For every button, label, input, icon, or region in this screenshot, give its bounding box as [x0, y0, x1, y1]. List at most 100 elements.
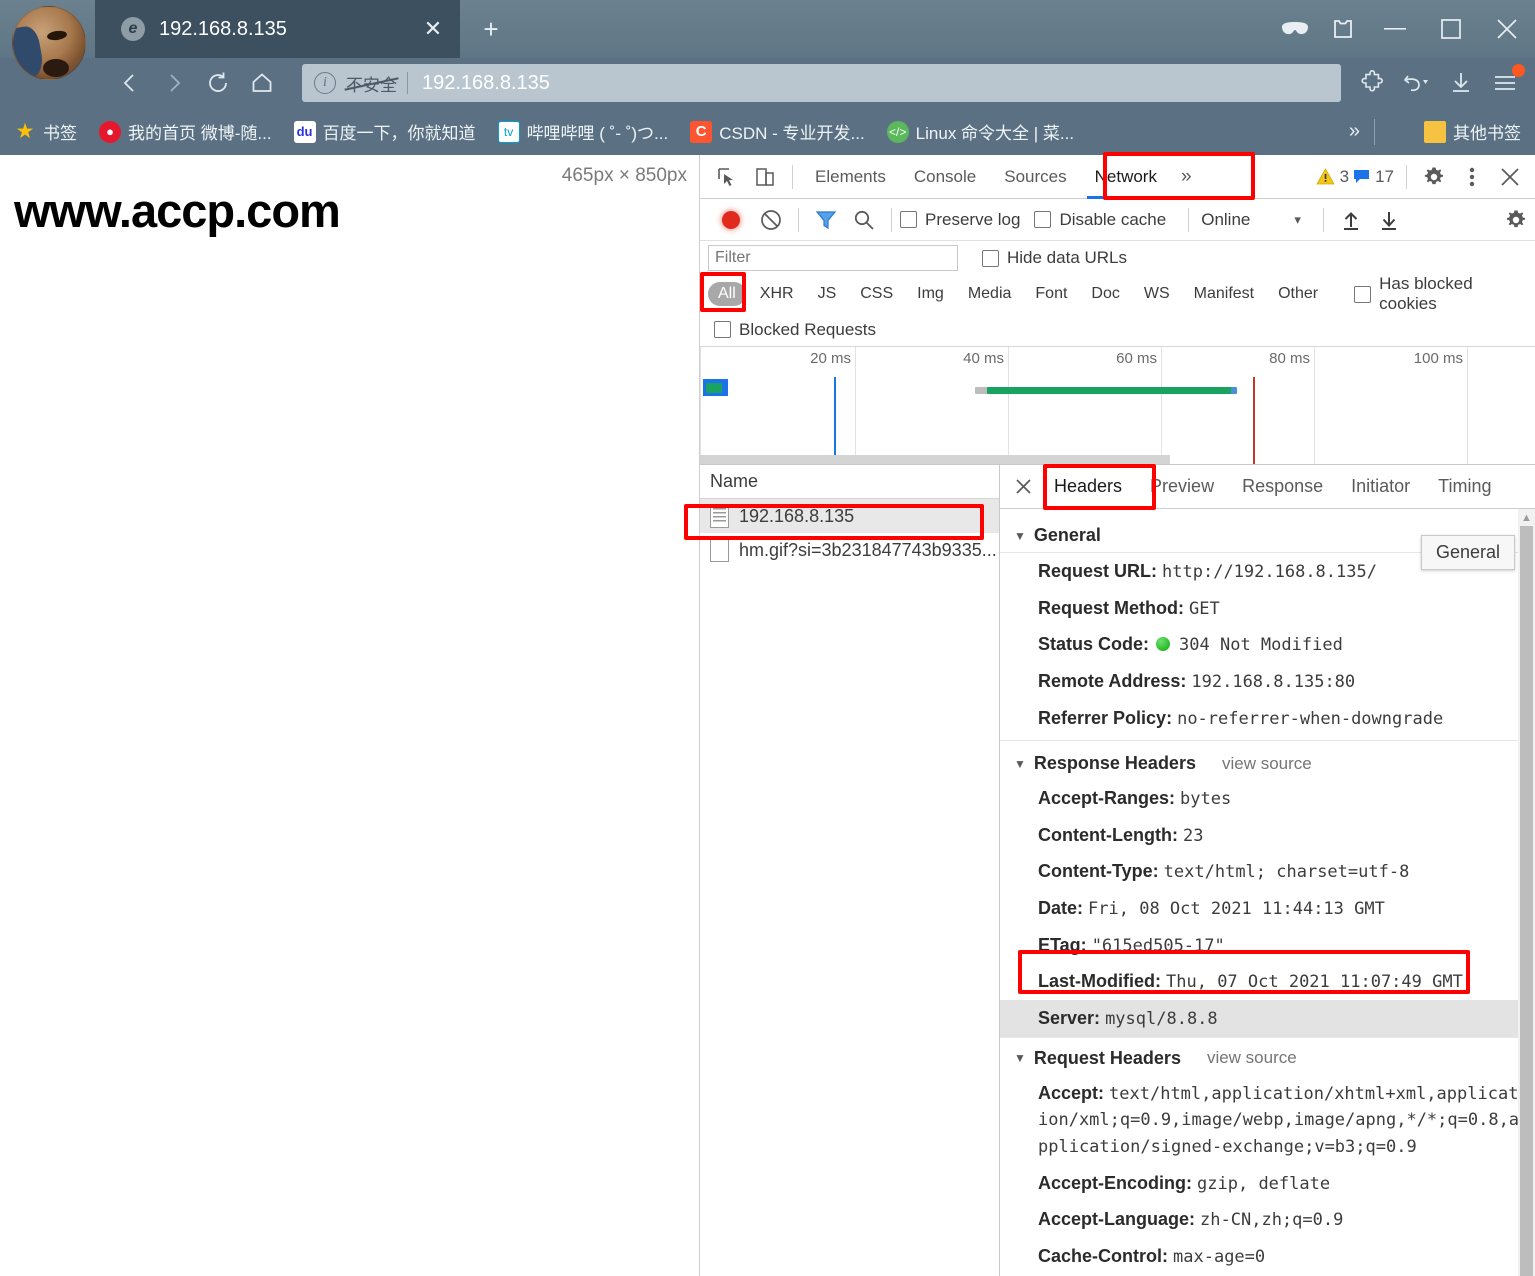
devtools-close-icon[interactable] — [1491, 158, 1529, 196]
new-tab-button[interactable]: + — [470, 8, 512, 50]
more-tabs-button[interactable]: » — [1171, 166, 1202, 188]
has-blocked-cookies-option[interactable]: Has blocked cookies — [1354, 274, 1521, 314]
type-filter-xhr[interactable]: XHR — [750, 282, 804, 306]
header-row-cache-control: Cache-Control: max-age=0 — [1000, 1238, 1535, 1275]
network-settings-icon[interactable] — [1497, 201, 1535, 239]
document-icon — [710, 504, 729, 528]
disable-cache-option[interactable]: Disable cache — [1034, 210, 1166, 230]
timeline-tick-label: 40 ms — [963, 350, 1004, 367]
reload-icon[interactable] — [196, 61, 240, 105]
bookmark-label: Linux 命令大全 | 菜... — [915, 124, 1075, 143]
scrollbar-thumb[interactable] — [1520, 526, 1533, 1276]
address-bar[interactable]: i 不安全 192.168.8.135 — [302, 64, 1341, 102]
avatar[interactable] — [12, 6, 86, 80]
bookmark-item-0[interactable]: ★ 书签 — [14, 119, 77, 144]
browser-tab[interactable]: e 192.168.8.135 ✕ — [95, 0, 460, 58]
section-response-headers[interactable]: ▼ Response Headers view source — [1000, 741, 1535, 780]
type-filter-all[interactable]: All — [708, 282, 746, 306]
bookmarks-overflow-button[interactable]: » — [1349, 120, 1360, 143]
bookmark-item-2[interactable]: du 百度一下，你就知道 — [293, 119, 476, 144]
view-source-link[interactable]: view source — [1222, 754, 1312, 774]
folder-icon — [1424, 120, 1446, 143]
disable-cache-checkbox[interactable] — [1034, 211, 1052, 228]
divider — [798, 207, 799, 232]
type-filter-js[interactable]: JS — [808, 282, 847, 306]
chevron-down-icon[interactable]: ▾ — [1294, 212, 1301, 228]
header-key: Accept-Language: — [1038, 1209, 1196, 1230]
devtools-more-menu-icon[interactable] — [1453, 158, 1491, 196]
detail-tab-initiator[interactable]: Initiator — [1337, 465, 1424, 509]
incognito-mask-icon[interactable] — [1271, 0, 1319, 58]
hide-data-urls-checkbox[interactable] — [982, 249, 999, 267]
clear-icon[interactable] — [752, 201, 790, 239]
bookmark-item-3[interactable]: tv 哔哩哔哩 ( ˚- ˚)つ... — [497, 119, 668, 144]
type-filter-manifest[interactable]: Manifest — [1184, 282, 1264, 306]
has-blocked-cookies-checkbox[interactable] — [1354, 285, 1372, 303]
headers-scrollbar[interactable]: ▲ — [1518, 509, 1535, 1276]
filter-input[interactable] — [708, 245, 958, 271]
message-icon — [1354, 170, 1370, 183]
detail-tab-headers[interactable]: Headers — [1040, 465, 1136, 509]
tab-sources[interactable]: Sources — [990, 155, 1080, 199]
messages-indicator[interactable]: 17 — [1353, 167, 1394, 187]
close-detail-icon[interactable] — [1006, 478, 1040, 495]
header-key: Referrer Policy: — [1038, 707, 1173, 728]
hide-data-urls-option[interactable]: Hide data URLs — [982, 248, 1127, 268]
detail-tab-response[interactable]: Response — [1228, 465, 1337, 509]
record-icon[interactable] — [722, 210, 740, 229]
bookmark-item-1[interactable]: ● 我的首页 微博-随... — [99, 119, 272, 144]
warnings-indicator[interactable]: 3 — [1315, 167, 1349, 187]
header-row-date: Date: Fri, 08 Oct 2021 11:44:13 GMT — [1000, 890, 1535, 927]
type-filter-css[interactable]: CSS — [850, 282, 903, 306]
history-icon[interactable] — [1395, 61, 1439, 105]
column-header-name[interactable]: Name — [700, 465, 999, 499]
type-filter-font[interactable]: Font — [1025, 282, 1077, 306]
other-bookmarks-button[interactable]: 其他书签 — [1424, 119, 1521, 144]
inspect-element-icon[interactable] — [708, 158, 746, 196]
import-har-icon[interactable] — [1332, 201, 1370, 239]
export-har-icon[interactable] — [1370, 201, 1408, 239]
tab-console[interactable]: Console — [900, 155, 990, 199]
minimize-button[interactable] — [1367, 0, 1423, 58]
search-icon[interactable] — [845, 201, 883, 239]
blocked-requests-option[interactable]: Blocked Requests — [714, 320, 876, 340]
close-button[interactable] — [1479, 0, 1535, 58]
home-icon[interactable] — [240, 61, 284, 105]
detail-tab-preview[interactable]: Preview — [1136, 465, 1228, 509]
detail-tab-timing[interactable]: Timing — [1424, 465, 1505, 509]
close-icon[interactable]: ✕ — [418, 14, 448, 44]
menu-icon[interactable] — [1483, 61, 1527, 105]
type-filter-doc[interactable]: Doc — [1081, 282, 1129, 306]
request-row-1[interactable]: hm.gif?si=3b231847743b9335... — [700, 533, 999, 567]
type-filter-media[interactable]: Media — [958, 282, 1022, 306]
tab-elements[interactable]: Elements — [801, 155, 900, 199]
maximize-button[interactable] — [1423, 0, 1479, 58]
settings-gear-icon[interactable] — [1415, 158, 1453, 196]
throttling-select[interactable]: Online — [1201, 210, 1250, 230]
scroll-up-icon[interactable]: ▲ — [1518, 509, 1535, 526]
type-filter-img[interactable]: Img — [907, 282, 954, 306]
collections-icon[interactable] — [1319, 0, 1367, 58]
site-info-icon[interactable]: i — [314, 72, 336, 94]
type-filter-other[interactable]: Other — [1268, 282, 1328, 306]
network-overview-timeline[interactable]: 20 ms 40 ms 60 ms 80 ms 100 ms — [700, 347, 1535, 465]
section-request-headers[interactable]: ▼ Request Headers view source — [1000, 1038, 1535, 1075]
view-source-link[interactable]: view source — [1207, 1048, 1297, 1068]
bookmark-item-5[interactable]: </> Linux 命令大全 | 菜... — [886, 119, 1075, 144]
preserve-log-option[interactable]: Preserve log — [900, 210, 1020, 230]
device-toolbar-icon[interactable] — [746, 158, 784, 196]
forward-icon[interactable] — [152, 61, 196, 105]
preserve-log-checkbox[interactable] — [900, 211, 917, 228]
extensions-icon[interactable] — [1351, 61, 1395, 105]
overview-scrollbar[interactable] — [700, 455, 1170, 464]
type-filter-ws[interactable]: WS — [1134, 282, 1180, 306]
tab-network[interactable]: Network — [1081, 155, 1171, 199]
filter-icon[interactable] — [807, 201, 845, 239]
blocked-requests-checkbox[interactable] — [714, 321, 731, 338]
bookmark-item-4[interactable]: C CSDN - 专业开发... — [690, 119, 865, 144]
request-row-0[interactable]: 192.168.8.135 — [700, 499, 999, 533]
back-icon[interactable] — [108, 61, 152, 105]
downloads-icon[interactable] — [1439, 61, 1483, 105]
header-row-remote-address: Remote Address: 192.168.8.135:80 — [1000, 663, 1535, 700]
header-value: text/html,application/xhtml+xml,applicat… — [1038, 1083, 1520, 1157]
